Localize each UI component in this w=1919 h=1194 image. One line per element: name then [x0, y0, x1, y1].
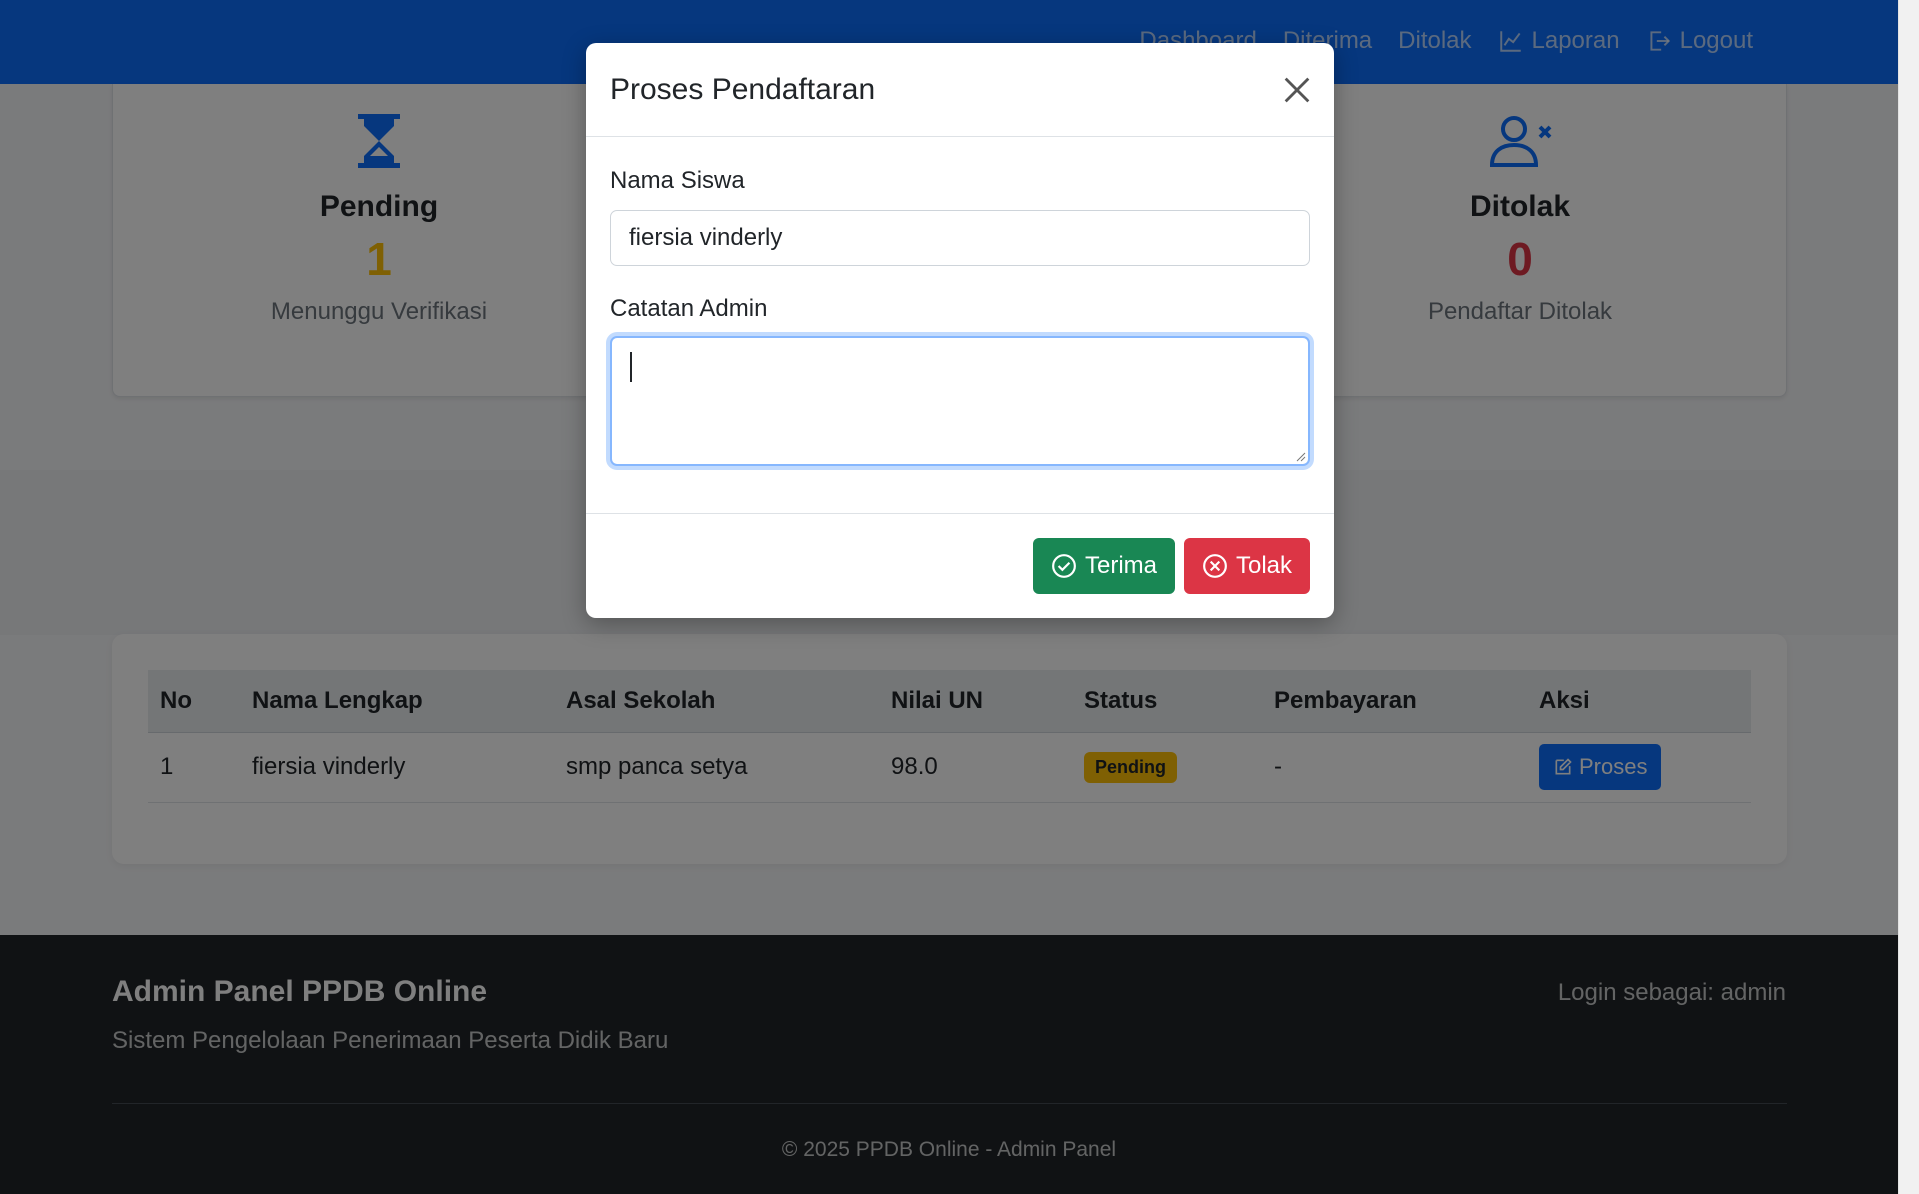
page: Dashboard Diterima Ditolak Laporan Logou…	[0, 0, 1898, 1194]
terima-label: Terima	[1084, 552, 1157, 579]
nama-siswa-label: Nama Siswa	[610, 167, 745, 194]
nama-siswa-input[interactable]	[610, 210, 1310, 266]
check-circle-icon	[1052, 554, 1076, 578]
tolak-label: Tolak	[1235, 552, 1292, 579]
page-scrollbar[interactable]	[1898, 0, 1919, 1194]
modal-footer: Terima Tolak	[586, 513, 1334, 618]
catatan-admin-textarea[interactable]	[610, 336, 1310, 466]
text-caret	[630, 352, 632, 382]
resize-grip-icon[interactable]	[1294, 450, 1306, 462]
x-circle-icon	[1203, 554, 1227, 578]
close-icon[interactable]	[1280, 73, 1314, 107]
tolak-button[interactable]: Tolak	[1183, 538, 1310, 594]
terima-button[interactable]: Terima	[1032, 538, 1175, 594]
catatan-admin-label: Catatan Admin	[610, 295, 768, 322]
modal-header: Proses Pendaftaran	[586, 43, 1334, 137]
proses-modal: Proses Pendaftaran Nama Siswa Catatan Ad…	[586, 43, 1334, 618]
modal-title: Proses Pendaftaran	[610, 73, 876, 106]
